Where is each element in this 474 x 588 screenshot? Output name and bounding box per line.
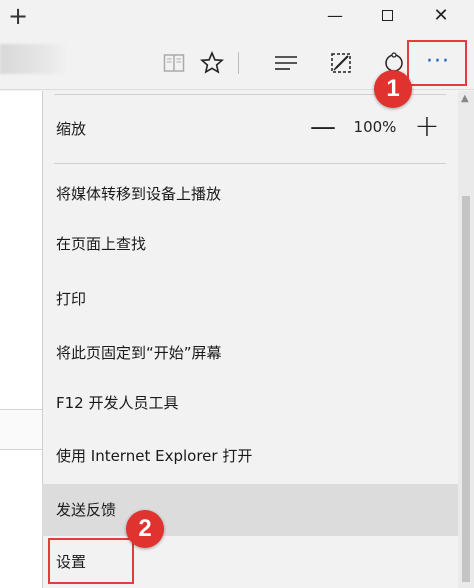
menu-item-pin-to-start[interactable]: 将此页固定到“开始”屏幕 [42,337,458,369]
minimize-button[interactable]: — [312,0,358,34]
page-block [0,410,42,450]
menu-item-find-on-page[interactable]: 在页面上查找 [42,228,458,260]
zoom-out-button[interactable]: — [306,112,340,142]
menu-item-cast-media[interactable]: 将媒体转移到设备上播放 [42,178,458,210]
scroll-up-arrow-icon[interactable]: ▲ [461,93,469,104]
zoom-control: — 100% + [306,110,444,144]
reading-view-icon[interactable] [156,44,192,80]
step-badge-2: 2 [126,510,164,548]
new-tab-button[interactable]: + [8,2,28,30]
title-bar: + — ✕ [0,0,474,34]
menu-separator [54,163,446,164]
hub-icon[interactable] [268,44,304,80]
zoom-in-button[interactable]: + [410,112,444,142]
menu-item-dev-tools[interactable]: F12 开发人员工具 [42,387,458,419]
step-badge-1: 1 [374,70,412,108]
zoom-level: 100% [353,118,397,136]
close-button[interactable]: ✕ [418,0,464,34]
web-note-icon[interactable] [323,44,359,80]
toolbar-divider [238,52,239,74]
settings-highlight [48,538,134,584]
scrollbar-thumb[interactable] [462,196,470,582]
maximize-icon [381,9,393,21]
address-bar[interactable] [0,44,70,74]
maximize-button[interactable] [364,0,410,34]
web-page-content [0,91,42,588]
minimize-icon: — [327,6,343,25]
menu-item-print[interactable]: 打印 [42,283,458,315]
favorite-star-icon[interactable] [194,44,230,80]
close-icon: ✕ [433,5,449,26]
more-button-highlight [407,40,467,86]
menu-item-send-feedback[interactable]: 发送反馈 [42,484,458,536]
menu-item-open-with-ie[interactable]: 使用 Internet Explorer 打开 [42,440,458,472]
